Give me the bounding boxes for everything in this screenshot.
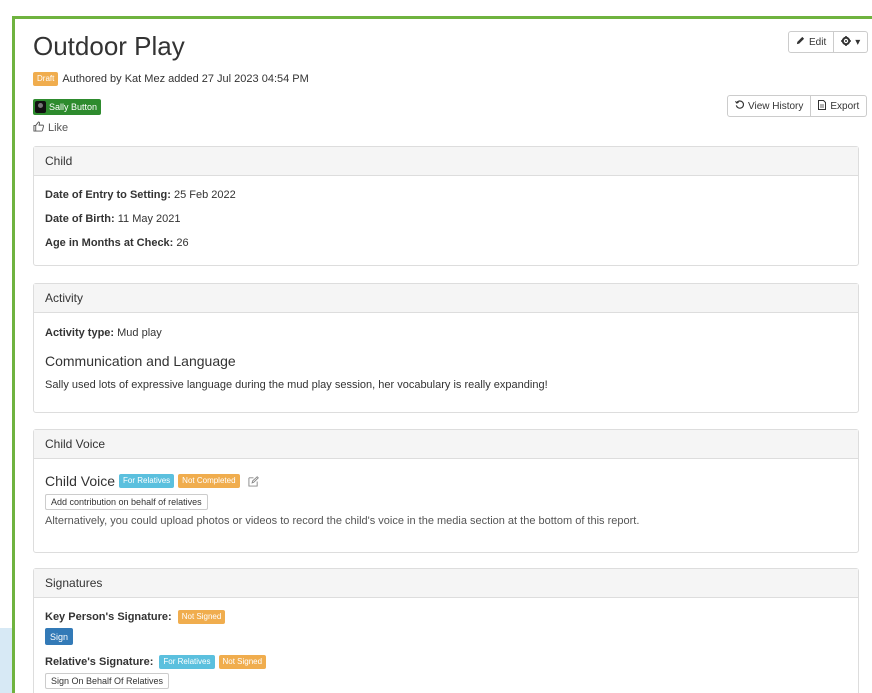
field-value: 25 Feb 2022	[173, 189, 236, 201]
status-badge: Draft	[33, 72, 59, 86]
page-title: Outdoor Play	[33, 31, 185, 61]
authored-text: Authored by Kat Mez added 27 Jul 2023 04…	[62, 73, 309, 85]
accent-border-green	[12, 16, 15, 693]
panel-heading: Activity	[34, 284, 858, 313]
pencil-icon	[796, 36, 805, 48]
child-voice-hint: Alternatively, you could upload photos o…	[45, 515, 640, 527]
relative-signature-row: Relative's Signature: For Relatives Not …	[45, 655, 267, 669]
not-signed-badge: Not Signed	[218, 655, 267, 669]
sidebar-edge	[0, 628, 12, 693]
view-history-label: View History	[748, 100, 804, 112]
gear-icon	[841, 35, 852, 49]
document-icon	[818, 99, 827, 113]
edit-button-label: Edit	[809, 36, 827, 48]
field-label: Date of Birth:	[45, 213, 115, 225]
thumbs-up-icon	[33, 121, 44, 135]
activity-type-row: Activity type: Mud play	[45, 327, 162, 339]
like-label: Like	[48, 122, 69, 134]
field-label: Age in Months at Check:	[45, 237, 174, 249]
child-tag[interactable]: Sally Button	[33, 99, 102, 115]
date-of-entry-row: Date of Entry to Setting: 25 Feb 2022	[45, 189, 236, 201]
edit-button-group: Edit ▾	[788, 31, 869, 53]
settings-dropdown-button[interactable]: ▾	[834, 31, 869, 53]
activity-panel: Activity Activity type: Mud play Communi…	[33, 283, 859, 413]
for-relatives-badge: For Relatives	[159, 655, 215, 669]
add-contribution-button[interactable]: Add contribution on behalf of relatives	[45, 494, 208, 510]
for-relatives-badge: For Relatives	[119, 474, 175, 488]
key-person-signature-row: Key Person's Signature: Not Signed	[45, 610, 226, 624]
child-voice-title: Child Voice	[45, 473, 116, 489]
edit-icon[interactable]	[247, 475, 259, 487]
caret-down-icon: ▾	[855, 36, 861, 48]
edit-button[interactable]: Edit	[788, 31, 835, 53]
child-panel: Child Date of Entry to Setting: 25 Feb 2…	[33, 146, 859, 266]
signatures-panel: Signatures Key Person's Signature: Not S…	[33, 568, 859, 693]
sign-on-behalf-button[interactable]: Sign On Behalf Of Relatives	[45, 673, 170, 689]
field-label: Relative's Signature:	[45, 656, 154, 668]
field-label: Key Person's Signature:	[45, 611, 172, 623]
child-voice-panel: Child Voice Child Voice For Relatives No…	[33, 429, 859, 553]
age-in-months-row: Age in Months at Check: 26	[45, 237, 189, 249]
report-content: Outdoor Play Edit ▾ Draft Authored by Ka…	[33, 19, 872, 693]
panel-heading: Signatures	[34, 569, 858, 598]
field-label: Date of Entry to Setting:	[45, 189, 171, 201]
not-completed-badge: Not Completed	[178, 474, 240, 488]
panel-heading: Child	[34, 147, 858, 176]
section-subheading: Communication and Language	[45, 353, 236, 369]
child-tag-name: Sally Button	[49, 102, 98, 112]
report-actions: View History Export	[727, 95, 868, 117]
sign-button[interactable]: Sign	[45, 628, 74, 645]
panel-heading: Child Voice	[34, 430, 858, 459]
date-of-birth-row: Date of Birth: 11 May 2021	[45, 213, 181, 225]
report-meta: Draft Authored by Kat Mez added 27 Jul 2…	[33, 72, 309, 86]
view-history-button[interactable]: View History	[727, 95, 812, 117]
child-voice-subheading: Child Voice For Relatives Not Completed	[45, 473, 259, 489]
field-label: Activity type:	[45, 327, 115, 339]
not-signed-badge: Not Signed	[177, 610, 226, 624]
export-label: Export	[830, 100, 860, 112]
field-value: 11 May 2021	[117, 213, 181, 225]
avatar	[35, 101, 46, 113]
export-button[interactable]: Export	[811, 95, 868, 117]
history-icon	[735, 100, 745, 112]
field-value: 26	[176, 237, 189, 249]
field-value: Mud play	[117, 327, 162, 339]
observation-text: Sally used lots of expressive language d…	[45, 379, 548, 391]
like-button[interactable]: Like	[33, 121, 68, 135]
page-left-border	[0, 0, 15, 693]
